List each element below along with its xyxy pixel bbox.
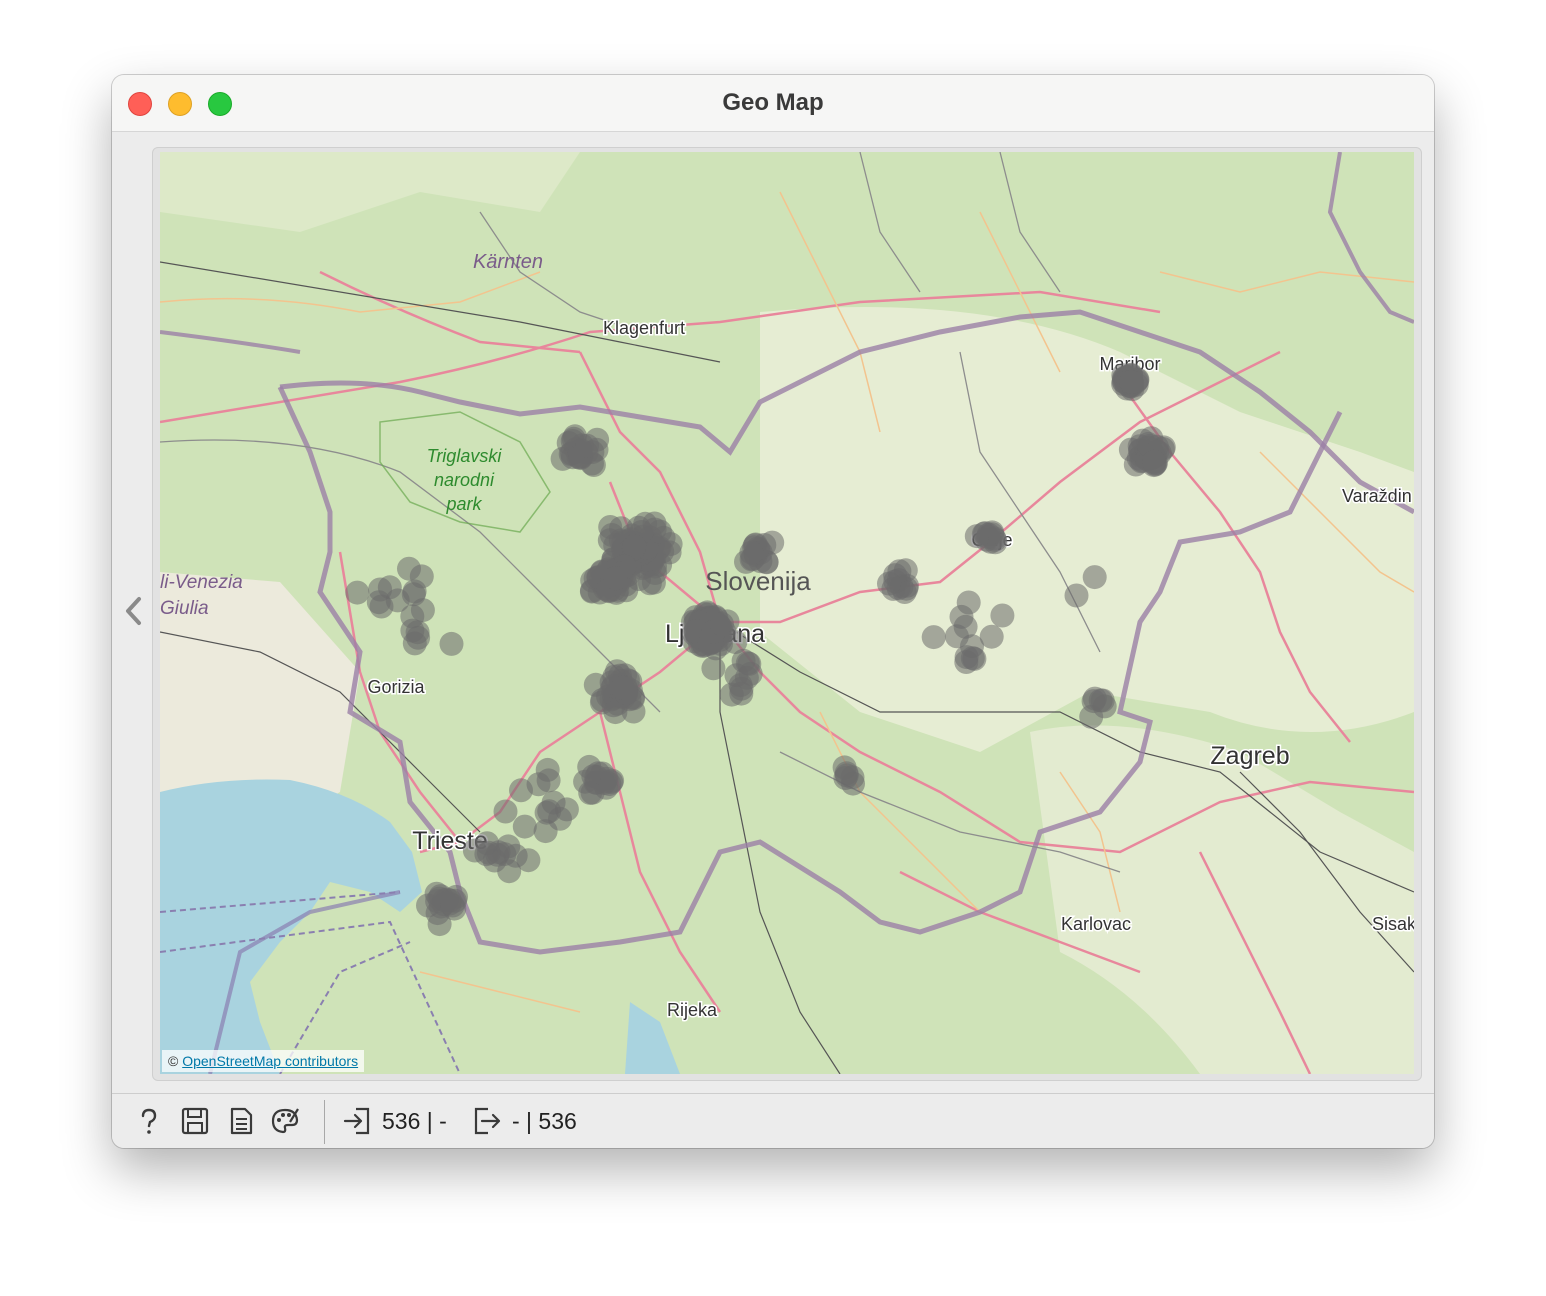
data-point[interactable]	[641, 570, 666, 595]
data-point[interactable]	[657, 540, 682, 565]
data-point[interactable]	[439, 631, 464, 656]
data-point[interactable]	[496, 834, 521, 859]
data-point[interactable]	[1064, 583, 1089, 608]
data-point[interactable]	[368, 577, 393, 602]
label-triglav-1: Triglavski	[427, 446, 503, 466]
data-point[interactable]	[960, 646, 985, 671]
data-point[interactable]	[600, 768, 625, 793]
label-karnten: Kärnten	[473, 251, 543, 273]
data-point[interactable]	[345, 580, 370, 605]
data-point[interactable]	[979, 624, 1004, 649]
data-point[interactable]	[573, 769, 598, 794]
label-sisak: Sisak	[1372, 914, 1414, 934]
data-point[interactable]	[701, 656, 726, 681]
data-point[interactable]	[583, 672, 608, 697]
map-canvas[interactable]: Kärnten Klagenfurt Triglavski narodni pa…	[160, 152, 1414, 1074]
data-point[interactable]	[735, 651, 760, 676]
output-icon	[472, 1106, 502, 1136]
status-bar: 536 | - - | 536	[112, 1093, 1434, 1148]
data-point[interactable]	[1082, 565, 1107, 590]
label-triglav-2: narodni	[434, 470, 495, 490]
report-icon[interactable]	[226, 1106, 256, 1136]
label-varazdin: Varaždin	[1342, 486, 1412, 506]
data-point[interactable]	[990, 603, 1015, 628]
data-point[interactable]	[534, 800, 559, 825]
data-point[interactable]	[964, 524, 989, 549]
attribution-prefix: ©	[168, 1053, 179, 1069]
input-icon	[342, 1106, 372, 1136]
input-summary: 536 | -	[382, 1108, 447, 1134]
save-icon[interactable]	[180, 1106, 210, 1136]
map-attribution: © OpenStreetMap contributors	[162, 1050, 365, 1072]
data-point[interactable]	[1119, 370, 1144, 394]
data-point[interactable]	[575, 433, 600, 458]
data-point[interactable]	[402, 579, 427, 604]
data-point[interactable]	[723, 630, 748, 655]
data-point[interactable]	[509, 778, 533, 803]
map-view[interactable]: Kärnten Klagenfurt Triglavski narodni pa…	[160, 152, 1414, 1074]
label-fvg-2: Giulia	[160, 598, 209, 619]
palette-icon[interactable]	[270, 1106, 300, 1136]
title-bar: Geo Map	[112, 75, 1434, 132]
data-point[interactable]	[400, 604, 425, 629]
label-gorizia: Gorizia	[367, 677, 425, 697]
data-point[interactable]	[1090, 688, 1115, 713]
label-fvg-1: li-Venezia	[160, 572, 243, 593]
chevron-left-icon[interactable]	[122, 595, 146, 627]
label-zagreb: Zagreb	[1210, 742, 1289, 770]
data-point[interactable]	[921, 625, 946, 650]
data-point[interactable]	[554, 797, 579, 822]
output-summary: - | 536	[512, 1108, 577, 1134]
data-point[interactable]	[427, 912, 452, 937]
label-triglav-3: park	[445, 494, 482, 514]
data-point[interactable]	[603, 566, 628, 591]
help-icon[interactable]	[134, 1106, 164, 1136]
status-separator	[324, 1100, 325, 1144]
geo-map-window: Geo Map Kärnten Klagenfurt Triglavski na…	[112, 75, 1434, 1148]
data-point[interactable]	[512, 814, 537, 839]
window-title: Geo Map	[722, 89, 824, 116]
data-point[interactable]	[832, 755, 857, 780]
data-point[interactable]	[610, 675, 635, 700]
data-point[interactable]	[728, 673, 753, 698]
data-point[interactable]	[493, 799, 518, 824]
label-karlovac: Karlovac	[1061, 914, 1131, 934]
data-point[interactable]	[475, 831, 500, 856]
label-klagenfurt: Klagenfurt	[603, 318, 685, 338]
data-point[interactable]	[1142, 449, 1167, 474]
osm-attribution-link[interactable]: OpenStreetMap contributors	[182, 1053, 358, 1069]
data-point[interactable]	[953, 614, 978, 639]
data-point[interactable]	[877, 571, 901, 596]
data-point[interactable]	[739, 540, 764, 565]
label-rijeka: Rijeka	[667, 1000, 718, 1020]
